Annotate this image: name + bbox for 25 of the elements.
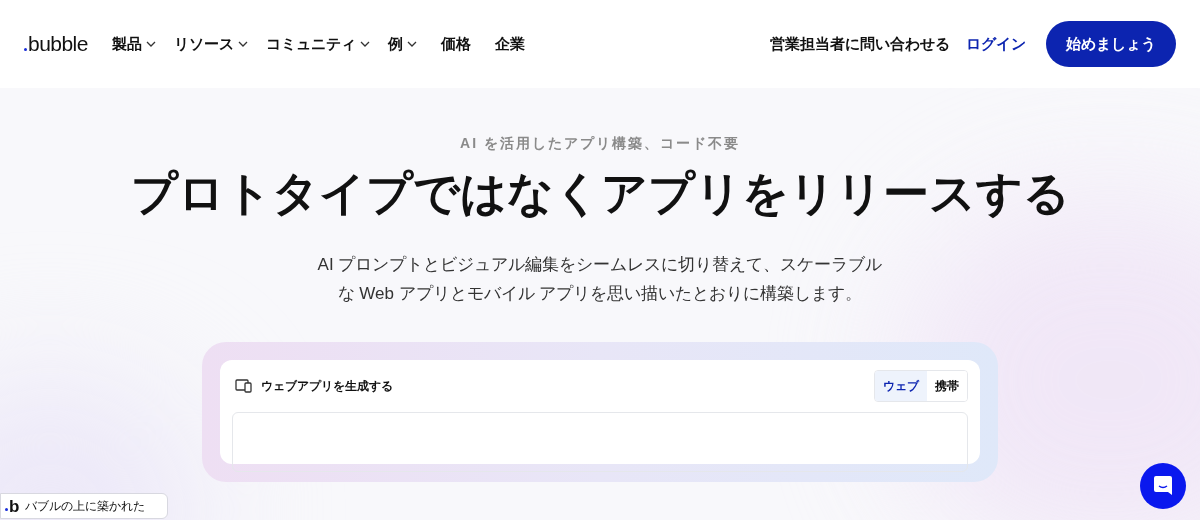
nav-link[interactable]: 価格 — [440, 32, 471, 56]
logo[interactable]: bubble — [24, 28, 88, 60]
get-started-button[interactable]: 始めましょう — [1046, 21, 1176, 67]
chevron-down-icon — [406, 41, 417, 47]
badge-logo: b — [9, 497, 20, 515]
login-link[interactable]: ログイン — [966, 32, 1026, 56]
hero-subtitle: AI プロンプトとビジュアル編集をシームレスに切り替えて、スケーラブルな Web アプリとモバイル アプリを思い描いたとおりに構築します。 — [316, 254, 884, 305]
prompt-field[interactable] — [232, 412, 968, 472]
devices-icon — [235, 379, 253, 393]
generator-title: ウェブアプリを生成する — [261, 378, 393, 395]
hero-title: プロトタイプではなくアプリをリリースする — [130, 166, 1070, 221]
chevron-down-icon — [237, 41, 248, 47]
nav-link[interactable]: コミュニティ — [265, 32, 370, 56]
badge-label: バブルの上に築かれた — [25, 498, 146, 515]
nav-link[interactable]: 製品 — [111, 32, 156, 56]
nav-link[interactable]: 例 — [387, 32, 417, 56]
contact-sales-link[interactable]: 営業担当者に問い合わせる — [770, 32, 950, 56]
chat-icon — [1153, 475, 1173, 497]
nav-link[interactable]: リソース — [173, 32, 248, 56]
eyebrow-text: AI を活用したアプリ構築、コード不要 — [460, 134, 740, 153]
built-on-bubble-badge[interactable]: b バブルの上に築かれた — [0, 493, 168, 519]
platform-tab[interactable]: ウェブ — [875, 371, 927, 401]
nav-link[interactable]: 企業 — [494, 32, 525, 56]
chevron-down-icon — [359, 41, 370, 47]
chevron-down-icon — [145, 41, 156, 47]
